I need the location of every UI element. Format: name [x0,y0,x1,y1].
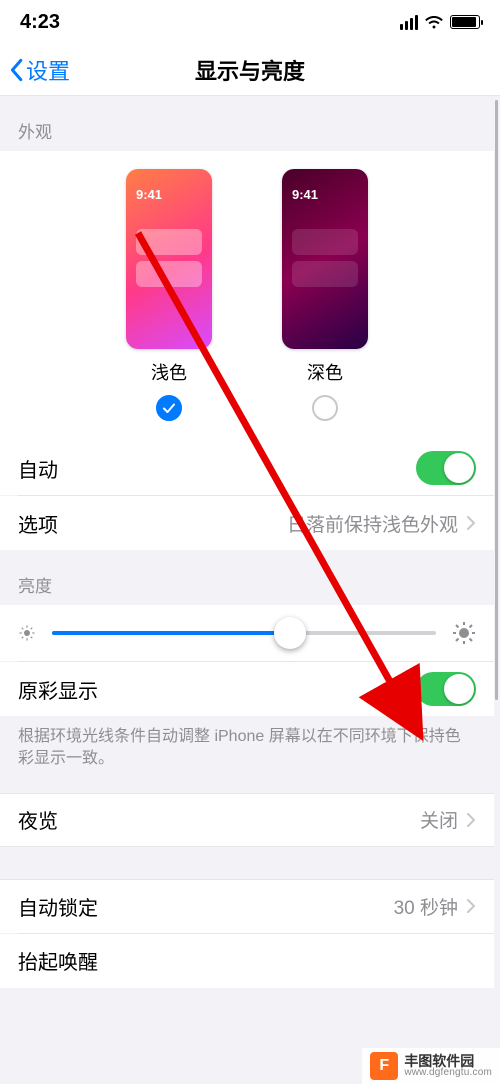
toggle-auto[interactable] [416,451,476,485]
brightness-slider[interactable] [52,631,436,635]
row-brightness-slider [0,605,494,661]
check-icon [161,400,177,416]
cellular-signal-icon [400,15,418,30]
watermark-url: www.dgfengtu.com [404,1068,492,1078]
row-nightshift-value: 关闭 [420,806,458,833]
row-autolock-label: 自动锁定 [18,892,394,921]
row-truetone: 原彩显示 [0,662,494,716]
sun-large-icon [452,621,476,645]
row-options-value: 日落前保持浅色外观 [287,510,458,537]
chevron-left-icon [8,58,24,82]
wifi-icon [424,15,444,29]
nav-header: 设置 显示与亮度 [0,44,500,96]
preview-dark: 9:41 [282,169,368,349]
preview-light: 9:41 [126,169,212,349]
row-nightshift-label: 夜览 [18,805,420,834]
radio-light[interactable] [156,395,182,421]
chevron-right-icon [466,812,476,828]
radio-dark[interactable] [312,395,338,421]
appearance-selector: 9:41 浅色 9:41 深色 [0,151,494,441]
row-options[interactable]: 选项 日落前保持浅色外观 [0,496,494,550]
chevron-right-icon [466,898,476,914]
preview-time: 9:41 [292,187,318,202]
row-auto-label: 自动 [18,454,416,483]
appearance-option-light[interactable]: 9:41 浅色 [126,169,212,421]
appearance-option-dark[interactable]: 9:41 深色 [282,169,368,421]
preview-time: 9:41 [136,187,162,202]
group-header-appearance: 外观 [0,96,494,151]
scrollbar[interactable] [495,100,498,700]
row-auto: 自动 [0,441,494,495]
group-header-brightness: 亮度 [0,550,494,605]
row-options-label: 选项 [18,509,287,538]
page-title: 显示与亮度 [0,54,500,86]
row-autolock[interactable]: 自动锁定 30 秒钟 [0,879,494,933]
status-right [400,15,480,30]
row-raise-to-wake: 抬起唤醒 [0,934,494,988]
scroll-area[interactable]: 外观 9:41 浅色 9:41 深色 自动 选项 日落前保持浅色外观 [0,96,494,1084]
appearance-light-label: 浅色 [151,359,187,385]
watermark: F 丰图软件园 www.dgfengtu.com [362,1048,500,1084]
row-nightshift[interactable]: 夜览 关闭 [0,793,494,847]
appearance-dark-label: 深色 [307,359,343,385]
slider-thumb[interactable] [274,617,306,649]
sun-small-icon [18,624,36,642]
row-autolock-value: 30 秒钟 [394,893,458,920]
back-label: 设置 [26,54,70,86]
row-truetone-label: 原彩显示 [18,675,416,704]
toggle-truetone[interactable] [416,672,476,706]
truetone-footer: 根据环境光线条件自动调整 iPhone 屏幕以在不同环境下保持色彩显示一致。 [0,716,494,793]
status-time: 4:23 [20,11,60,34]
back-button[interactable]: 设置 [0,54,70,86]
chevron-right-icon [466,515,476,531]
status-bar: 4:23 [0,0,500,44]
battery-icon [450,15,480,29]
row-raise-label: 抬起唤醒 [18,946,476,975]
watermark-name: 丰图软件园 [404,1054,492,1068]
watermark-icon: F [370,1052,398,1080]
